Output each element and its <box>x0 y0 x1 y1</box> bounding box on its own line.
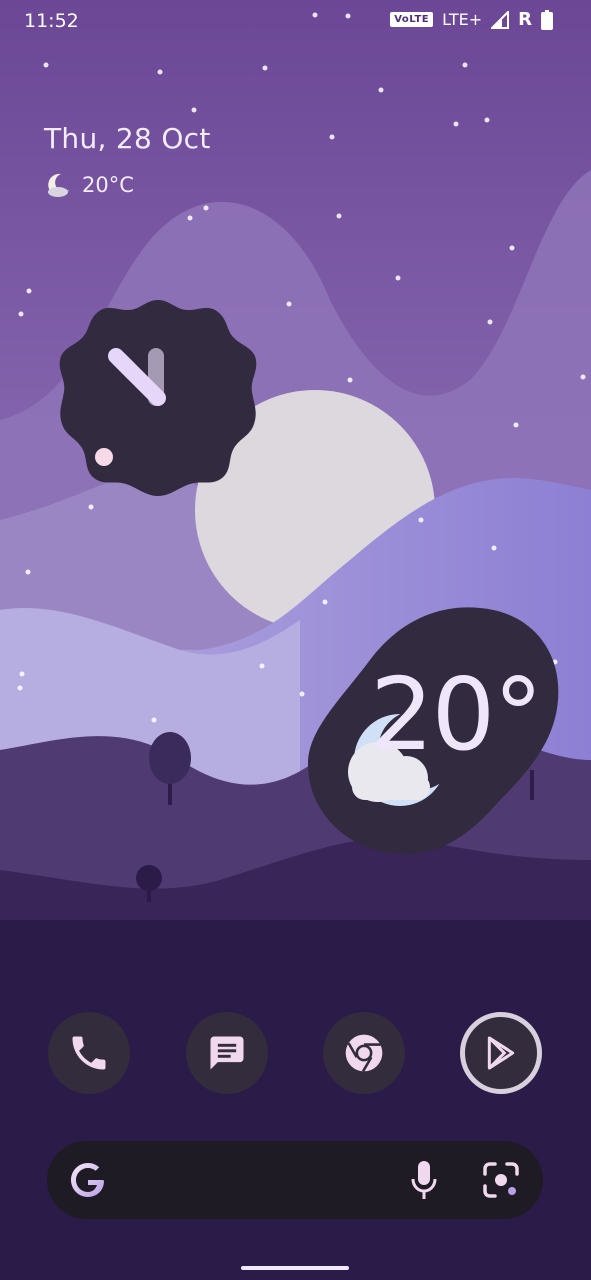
clock-second-dot <box>95 448 113 466</box>
status-bar: 11:52 VoLTE LTE+ R <box>0 0 591 44</box>
messages-app-button[interactable] <box>186 1012 268 1094</box>
glance-temperature: 20°C <box>82 173 134 197</box>
weather-widget-temperature[interactable]: 20° <box>370 656 543 773</box>
app-dock <box>0 1012 591 1098</box>
phone-icon <box>72 1036 106 1070</box>
at-a-glance-widget[interactable]: Thu, 28 Oct 20°C <box>44 122 211 199</box>
google-search-bar[interactable] <box>47 1141 543 1219</box>
network-type-label: LTE+ <box>442 10 483 29</box>
volte-badge: VoLTE <box>390 12 434 27</box>
messages-icon <box>210 1036 244 1070</box>
analog-clock-widget[interactable] <box>58 298 258 498</box>
moon-icon <box>48 173 69 197</box>
lens-icon[interactable] <box>481 1160 521 1200</box>
chrome-icon <box>345 1034 383 1072</box>
glance-weather[interactable]: 20°C <box>44 171 211 199</box>
signal-icon <box>491 10 510 29</box>
phone-app-button[interactable] <box>48 1012 130 1094</box>
glance-date[interactable]: Thu, 28 Oct <box>44 122 211 155</box>
microphone-icon[interactable] <box>409 1159 439 1201</box>
roaming-indicator: R <box>518 9 532 30</box>
status-time: 11:52 <box>24 10 79 32</box>
play-store-app-button[interactable] <box>460 1012 542 1094</box>
battery-icon <box>541 9 553 30</box>
chrome-app-button[interactable] <box>323 1012 405 1094</box>
status-icons: VoLTE LTE+ R <box>390 9 553 30</box>
play-store-icon <box>487 1036 515 1070</box>
gesture-navigation-handle[interactable] <box>241 1266 349 1270</box>
google-icon[interactable] <box>69 1161 107 1199</box>
